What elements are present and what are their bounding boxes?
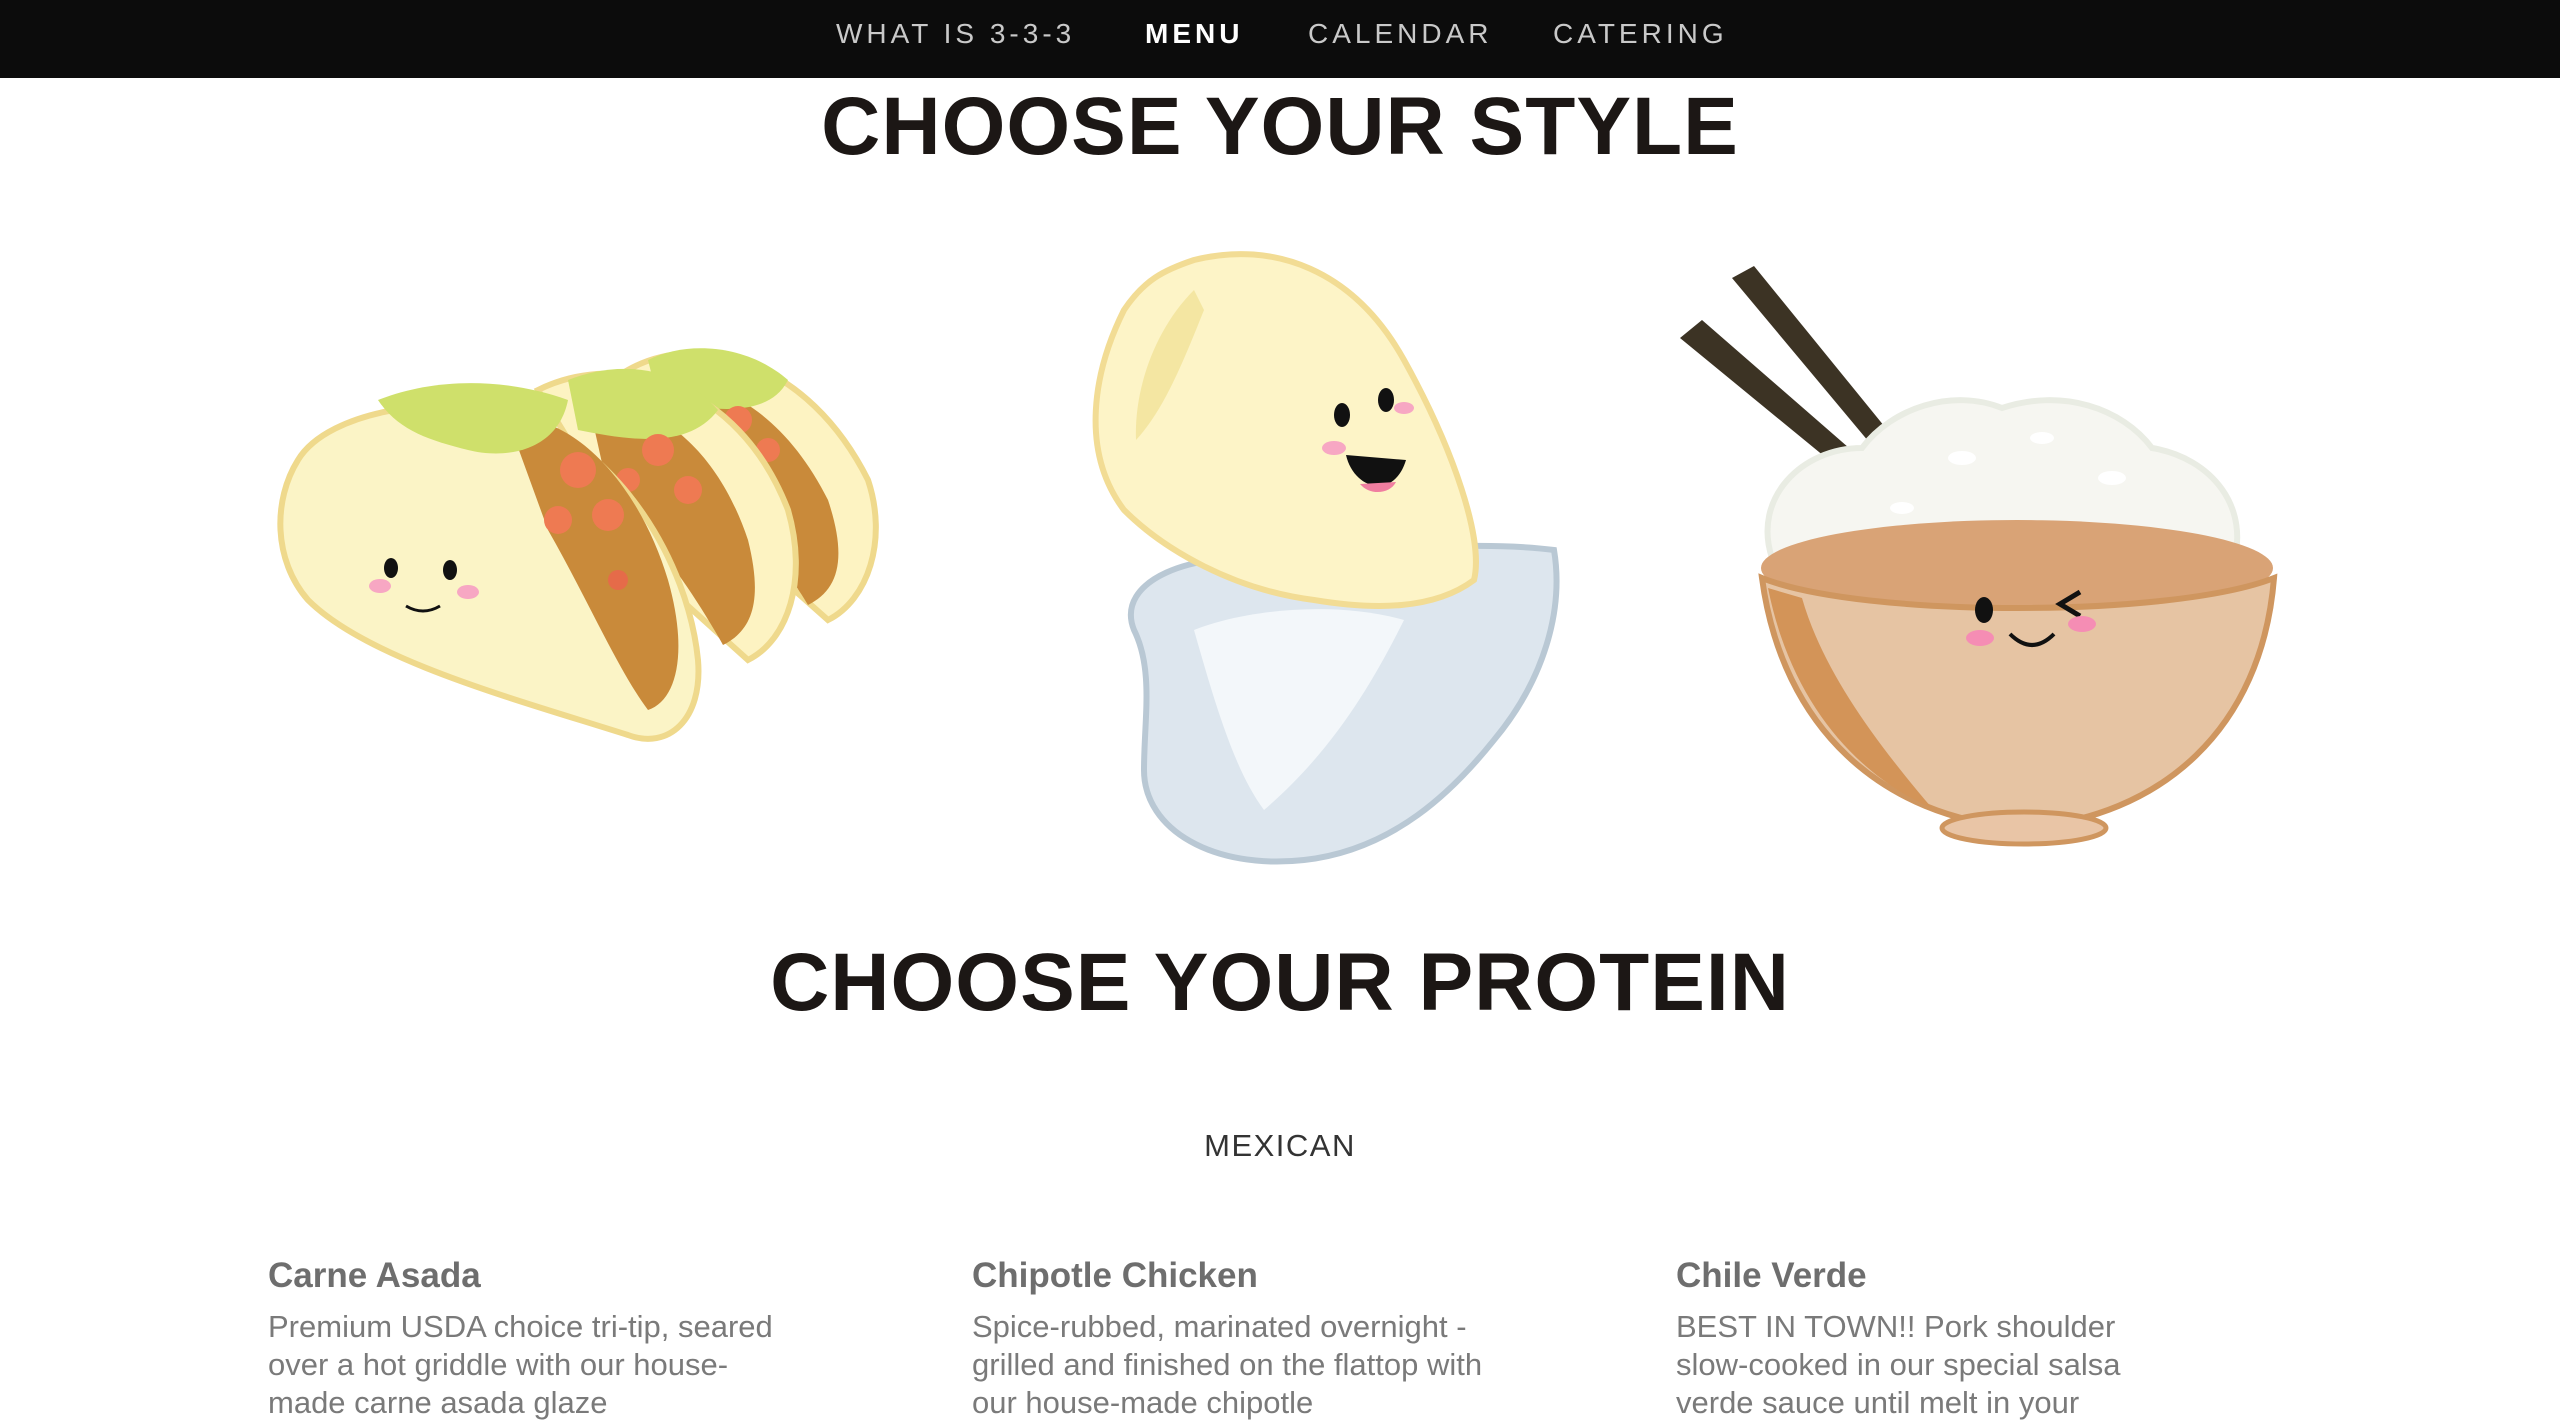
nav-calendar[interactable]: CALENDAR — [1308, 0, 1492, 78]
rice-bowl-icon — [1680, 266, 2278, 847]
nav-what-is-333[interactable]: WHAT IS 3-3-3 — [836, 0, 1075, 78]
protein-description: Spice-rubbed, marinated overnight - gril… — [972, 1309, 1483, 1420]
protein-item-carne-asada[interactable]: Carne Asada Premium USDA choice tri-tip,… — [268, 1256, 828, 1422]
protein-item-chile-verde[interactable]: Chile Verde BEST IN TOWN!! Pork shoulder… — [1676, 1256, 2236, 1422]
protein-name: Carne Asada — [268, 1256, 481, 1295]
rice-bowl-option[interactable] — [1672, 258, 2292, 858]
top-nav: WHAT IS 3-3-3 MENU CALENDAR CATERING — [0, 0, 2560, 78]
protein-name: Chipotle Chicken — [972, 1256, 1258, 1295]
taco-icon — [277, 348, 879, 742]
burrito-icon — [1092, 251, 1560, 865]
protein-name: Chile Verde — [1676, 1256, 1867, 1295]
burrito-option[interactable] — [1074, 250, 1564, 870]
style-section-title: CHOOSE YOUR STYLE — [821, 81, 1739, 172]
protein-item-chipotle-chicken[interactable]: Chipotle Chicken Spice-rubbed, marinated… — [972, 1256, 1532, 1422]
protein-category-label: MEXICAN — [1204, 1128, 1356, 1163]
protein-section-title: CHOOSE YOUR PROTEIN — [770, 937, 1790, 1028]
protein-description: BEST IN TOWN!! Pork shoulder slow-cooked… — [1676, 1309, 2121, 1420]
nav-menu[interactable]: MENU — [1145, 0, 1243, 78]
taco-option[interactable] — [268, 340, 898, 750]
nav-catering[interactable]: CATERING — [1553, 0, 1728, 78]
protein-description: Premium USDA choice tri-tip, seared over… — [268, 1309, 773, 1420]
